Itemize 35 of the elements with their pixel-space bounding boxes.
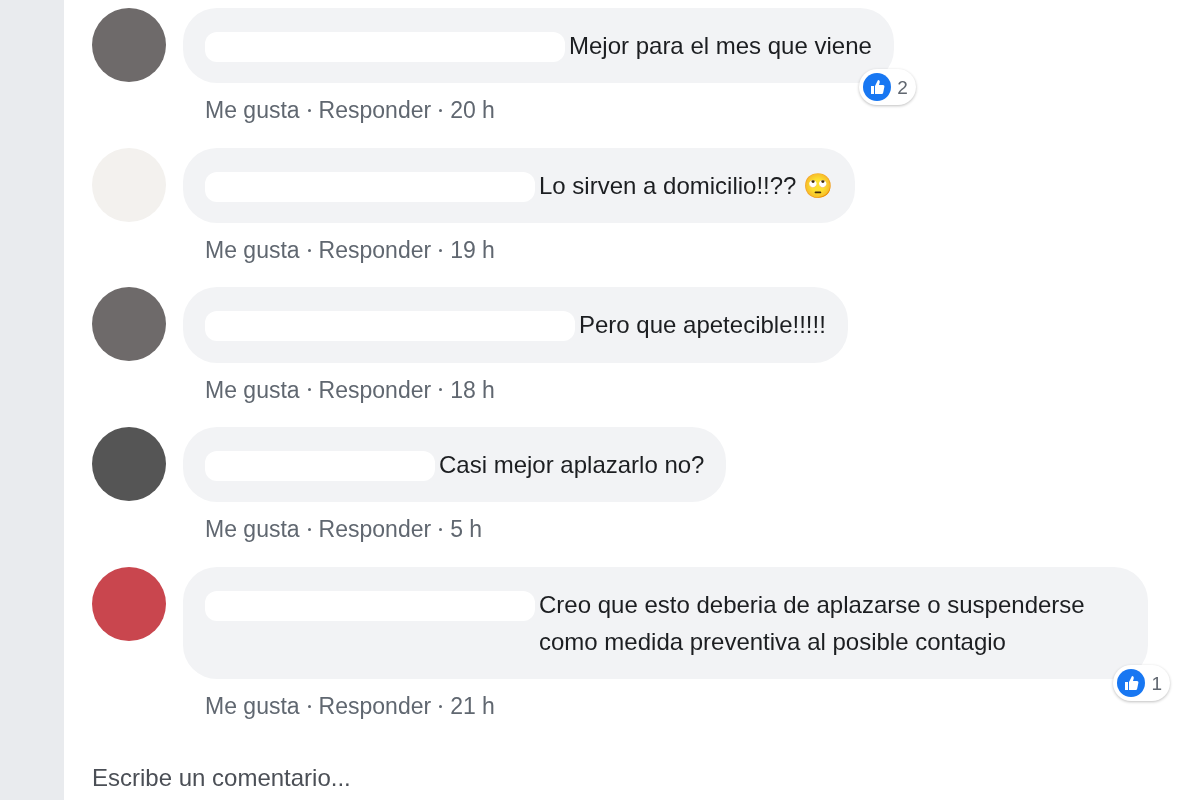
comment-time: 21 h (450, 692, 495, 722)
separator-dot (307, 388, 311, 392)
comment-time: 18 h (450, 375, 495, 405)
action-link[interactable]: Me gusta (205, 512, 300, 547)
action-link[interactable]: Responder (318, 512, 432, 547)
like-count: 1 (1151, 673, 1162, 693)
separator-dot (307, 704, 311, 708)
comment-text: Casi mejor aplazarlo no? (439, 450, 705, 481)
action-link[interactable]: Me gusta (205, 372, 300, 408)
comment-time: 19 h (450, 235, 495, 265)
like-count: 2 (897, 77, 908, 97)
separator-dot (439, 248, 443, 252)
separator-dot (307, 528, 311, 531)
action-link[interactable]: Me gusta (205, 93, 300, 128)
action-link[interactable]: Responder (318, 93, 432, 128)
separator-dot (307, 108, 311, 112)
like-icon (863, 73, 892, 102)
comment-input[interactable]: Escribe un comentario... (92, 743, 692, 796)
separator-dot (439, 528, 443, 531)
like-icon (1117, 669, 1146, 698)
comment-text: Creo que esto deberia de aplazarse o suspenderse como medida preventiva al posible contagio (539, 589, 1086, 657)
separator-dot (439, 388, 443, 392)
separator-dot (307, 248, 311, 252)
comment-time: 20 h (450, 96, 495, 126)
separator-dot (439, 704, 443, 708)
action-link[interactable]: Responder (318, 372, 432, 408)
action-link[interactable]: Responder (318, 232, 432, 268)
comment-text: Mejor para el mes que viene (569, 31, 872, 61)
action-link[interactable]: Me gusta (205, 689, 300, 724)
comment-text: Lo sirven a domicilio!!?? 🙄 (539, 170, 834, 201)
action-link[interactable]: Me gusta (205, 232, 300, 268)
separator-dot (439, 108, 443, 112)
action-link[interactable]: Responder (318, 689, 432, 724)
comment-time: 5 h (450, 515, 483, 545)
comment-text: Pero que apetecible!!!!! (579, 310, 826, 341)
